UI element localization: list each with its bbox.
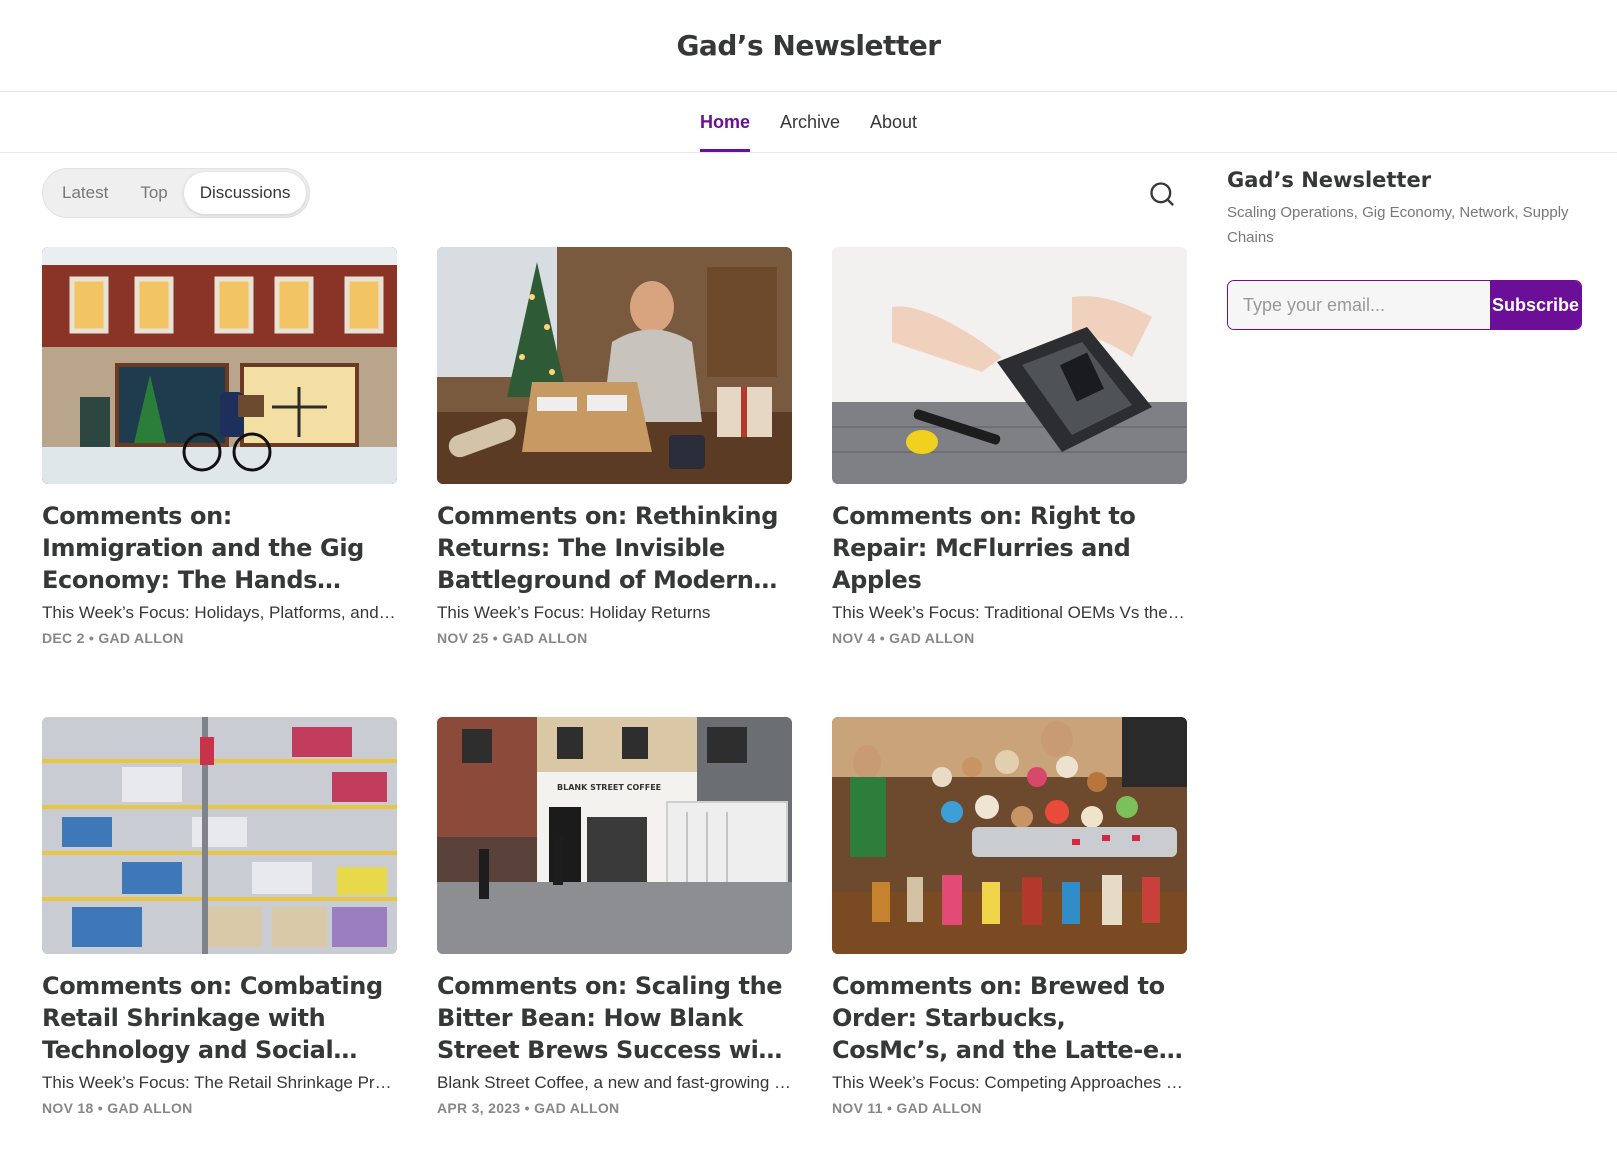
post-meta: NOV 11 • GAD ALLON <box>832 1100 982 1116</box>
post-author[interactable]: GAD ALLON <box>502 630 587 646</box>
post-author[interactable]: GAD ALLON <box>534 1100 619 1116</box>
email-input[interactable] <box>1228 281 1490 329</box>
post-thumbnail[interactable] <box>832 717 1187 954</box>
post-author[interactable]: GAD ALLON <box>896 1100 981 1116</box>
post-thumbnail[interactable] <box>42 717 397 954</box>
post-thumbnail[interactable]: BLANK STREET COFFEE <box>437 717 792 954</box>
post-subtitle: This Week’s Focus: Holiday Returns <box>437 603 711 622</box>
post-author[interactable]: GAD ALLON <box>107 1100 192 1116</box>
post-grid: Comments on: Immigration and the Gig Eco… <box>42 247 1187 1150</box>
nav-archive[interactable]: Archive <box>780 92 840 152</box>
post-card[interactable]: Comments on: Brewed to Order: Starbucks,… <box>832 717 1187 1150</box>
nav-home[interactable]: Home <box>699 92 750 152</box>
post-card[interactable]: Comments on: Rethinking Returns: The Inv… <box>437 247 792 717</box>
post-date: NOV 11 <box>832 1100 883 1116</box>
post-card[interactable]: Comments on: Combating Retail Shrinkage … <box>42 717 397 1150</box>
tab-discussions[interactable]: Discussions <box>183 172 307 214</box>
subscribe-form: Subscribe <box>1227 280 1582 330</box>
post-date: DEC 2 <box>42 630 85 646</box>
sidebar: Gad’s Newsletter Scaling Operations, Gig… <box>1227 168 1582 330</box>
post-card[interactable]: Comments on: Right to Repair: McFlurries… <box>832 247 1187 717</box>
post-author[interactable]: GAD ALLON <box>889 630 974 646</box>
tab-latest[interactable]: Latest <box>46 172 124 214</box>
post-title[interactable]: Comments on: Brewed to Order: Starbucks,… <box>832 970 1187 1066</box>
post-subtitle: This Week’s Focus: Competing Approaches … <box>832 1073 1187 1092</box>
sort-tabs: Latest Top Discussions <box>42 168 311 218</box>
post-title[interactable]: Comments on: Rethinking Returns: The Inv… <box>437 500 792 596</box>
post-meta: NOV 4 • GAD ALLON <box>832 630 975 646</box>
nav-about[interactable]: About <box>870 92 917 152</box>
post-card[interactable]: Comments on: Immigration and the Gig Eco… <box>42 247 397 717</box>
tab-top[interactable]: Top <box>124 172 183 214</box>
post-subtitle: This Week’s Focus: The Retail Shrinkage … <box>42 1073 397 1092</box>
post-subtitle: This Week’s Focus: Holidays, Platforms, … <box>42 603 397 622</box>
masthead: Gad’s Newsletter <box>0 0 1617 92</box>
post-meta: APR 3, 2023 • GAD ALLON <box>437 1100 620 1116</box>
subscribe-button[interactable]: Subscribe <box>1490 281 1581 329</box>
post-subtitle: This Week’s Focus: Traditional OEMs Vs t… <box>832 603 1187 622</box>
post-thumbnail[interactable] <box>832 247 1187 484</box>
post-thumbnail[interactable] <box>42 247 397 484</box>
post-thumbnail[interactable] <box>437 247 792 484</box>
sidebar-description: Scaling Operations, Gig Economy, Network… <box>1227 204 1569 246</box>
post-meta: NOV 25 • GAD ALLON <box>437 630 588 646</box>
search-icon[interactable] <box>1148 180 1176 208</box>
post-title[interactable]: Comments on: Combating Retail Shrinkage … <box>42 970 397 1066</box>
post-card[interactable]: BLANK STREET COFFEE Comments on: Scaling… <box>437 717 792 1150</box>
post-date: APR 3, 2023 <box>437 1100 521 1116</box>
post-title[interactable]: Comments on: Immigration and the Gig Eco… <box>42 500 397 596</box>
post-subtitle: Blank Street Coffee, a new and fast-grow… <box>437 1073 792 1092</box>
sidebar-title: Gad’s Newsletter <box>1227 168 1432 192</box>
post-author[interactable]: GAD ALLON <box>98 630 183 646</box>
svg-text:BLANK STREET COFFEE: BLANK STREET COFFEE <box>557 783 661 792</box>
post-date: NOV 25 <box>437 630 489 646</box>
post-meta: NOV 18 • GAD ALLON <box>42 1100 193 1116</box>
post-title[interactable]: Comments on: Right to Repair: McFlurries… <box>832 500 1187 596</box>
site-title[interactable]: Gad’s Newsletter <box>676 29 941 62</box>
post-title[interactable]: Comments on: Scaling the Bitter Bean: Ho… <box>437 970 792 1066</box>
main-nav: Home Archive About <box>0 92 1617 153</box>
post-date: NOV 4 <box>832 630 876 646</box>
post-meta: DEC 2 • GAD ALLON <box>42 630 184 646</box>
post-date: NOV 18 <box>42 1100 94 1116</box>
